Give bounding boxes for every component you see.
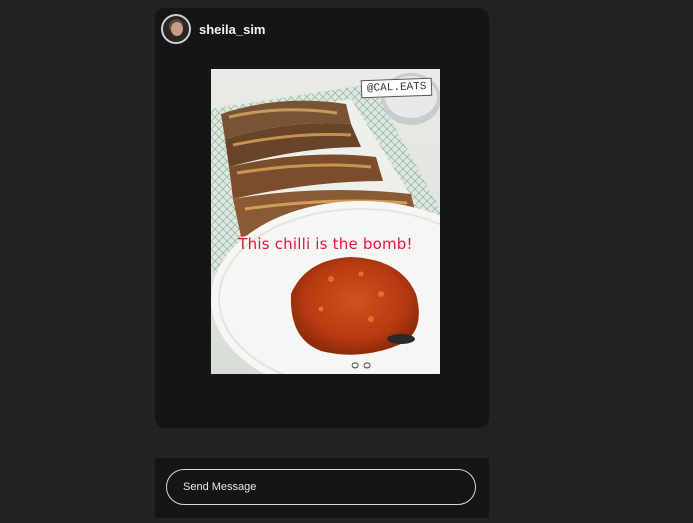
svg-text:ᴑ ᴑ: ᴑ ᴑ xyxy=(351,358,371,372)
photo-tag[interactable]: @CAL.EATS xyxy=(360,77,433,99)
username[interactable]: sheila_sim xyxy=(199,22,266,37)
story-header: sheila_sim xyxy=(161,14,266,44)
story-photo: ᴑ ᴑ @CAL.EATS This chilli is the bomb! xyxy=(211,69,440,374)
send-message-input[interactable] xyxy=(166,469,476,505)
story-viewer: sheila_sim ᴑ ᴑ @CAL.EATS This chilli is … xyxy=(0,0,693,523)
photo-caption: This chilli is the bomb! xyxy=(238,235,413,253)
food-photo-illustration: ᴑ ᴑ xyxy=(211,69,440,374)
avatar-face xyxy=(171,22,183,36)
avatar[interactable] xyxy=(161,14,191,44)
story-panel: sheila_sim ᴑ ᴑ @CAL.EATS This chilli is … xyxy=(155,8,489,428)
